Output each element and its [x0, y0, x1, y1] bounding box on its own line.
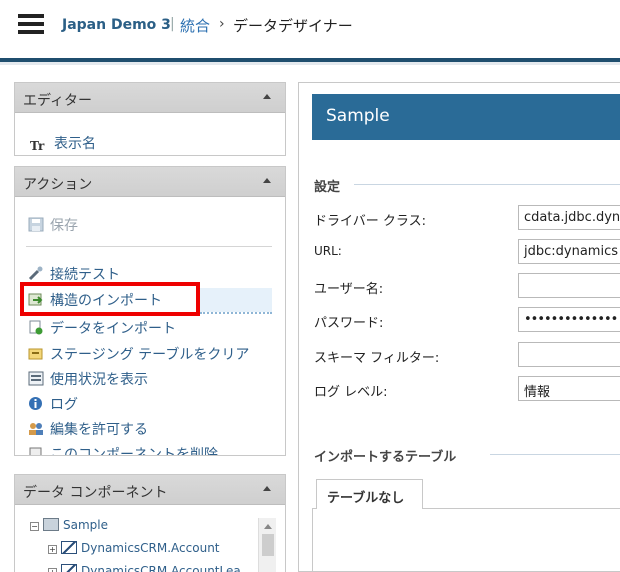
tree-node-account-lead[interactable]: + DynamicsCRM.AccountLea — [48, 564, 241, 572]
drop-indicator — [200, 312, 272, 314]
editor-item-display-name[interactable]: Tr 表示名 — [30, 133, 96, 153]
log-level-label: ログ レベル: — [314, 385, 388, 400]
table-edit-icon — [61, 541, 77, 554]
log-level-select[interactable]: 情報 — [518, 376, 620, 401]
editor-panel-title: エディター — [23, 93, 93, 109]
hamburger-menu-icon[interactable] — [18, 14, 44, 34]
action-label: ステージング テーブルをクリア — [50, 347, 250, 363]
action-label: 接続テスト — [50, 267, 120, 283]
data-components-panel-header[interactable]: データ コンポーネント — [15, 475, 285, 505]
tab-content — [312, 508, 620, 572]
collapse-caret-icon[interactable] — [263, 94, 271, 99]
connection-test-icon — [28, 266, 44, 281]
import-section-rule — [490, 454, 620, 455]
top-bar: Japan Demo 3 | 統合 › データデザイナー — [0, 0, 620, 52]
settings-section-title: 設定 — [314, 180, 341, 195]
action-connection-test[interactable]: 接続テスト — [28, 264, 120, 284]
delete-icon — [28, 446, 44, 455]
editor-panel-header[interactable]: エディター — [15, 83, 285, 113]
action-delete-component[interactable]: このコンポーネントを削除 — [28, 444, 218, 455]
component-title-banner: Sample — [312, 94, 620, 140]
expand-icon[interactable]: + — [48, 545, 57, 554]
collapse-caret-icon[interactable] — [263, 486, 271, 491]
action-delete-clip: このコンポーネントを削除 — [15, 440, 285, 455]
action-log[interactable]: ログ — [28, 394, 78, 414]
url-input[interactable]: jdbc:dynamics — [518, 239, 620, 264]
action-import-data[interactable]: データをインポート — [28, 318, 176, 338]
usage-icon — [28, 371, 44, 386]
data-components-panel-title: データ コンポーネント — [23, 485, 168, 501]
username-input[interactable] — [518, 273, 620, 298]
action-view-usage[interactable]: 使用状況を表示 — [28, 369, 148, 389]
database-icon — [43, 518, 59, 531]
tree-node-account[interactable]: + DynamicsCRM.Account — [48, 541, 220, 555]
action-label: ログ — [50, 397, 78, 413]
collapse-caret-icon[interactable] — [263, 178, 271, 183]
text-format-icon: Tr — [30, 139, 45, 153]
action-label: データをインポート — [50, 321, 176, 337]
action-label: 保存 — [50, 218, 78, 234]
app-name[interactable]: Japan Demo 3 — [62, 17, 171, 33]
tree-clip: + DynamicsCRM.AccountLea — [46, 562, 258, 572]
settings-section-rule — [354, 184, 620, 185]
hover-band — [200, 288, 272, 312]
password-label: パスワード: — [314, 316, 384, 331]
scroll-up-icon[interactable] — [264, 524, 272, 529]
actions-divider — [26, 246, 272, 247]
breadcrumb-arrow-icon: › — [219, 16, 225, 32]
action-clear-staging[interactable]: ステージング テーブルをクリア — [28, 344, 249, 364]
actions-panel-title: アクション — [23, 177, 93, 193]
collapse-icon[interactable]: − — [30, 522, 39, 531]
breadcrumb-link-integration[interactable]: 統合 — [180, 15, 210, 36]
tab-no-tables[interactable]: テーブルなし — [316, 479, 423, 509]
page-title: データデザイナー — [233, 17, 353, 35]
password-input[interactable]: •••••••••••••• — [518, 307, 620, 332]
action-label: このコンポーネントを削除 — [50, 447, 218, 455]
table-edit-icon — [61, 564, 77, 572]
tree-node-label: Sample — [63, 518, 108, 532]
editor-item-label: 表示名 — [54, 136, 96, 152]
clear-staging-icon — [28, 346, 44, 360]
action-save[interactable]: 保存 — [28, 215, 78, 235]
username-label: ユーザー名: — [314, 282, 384, 297]
driver-class-input[interactable]: cdata.jdbc.dyn — [518, 205, 620, 230]
action-allow-edit[interactable]: 編集を許可する — [28, 419, 148, 439]
schema-filter-label: スキーマ フィルター: — [314, 351, 440, 366]
schema-filter-input[interactable] — [518, 342, 620, 367]
import-data-icon — [28, 320, 44, 335]
tree-scrollbar[interactable] — [258, 518, 276, 572]
action-label: 編集を許可する — [50, 422, 148, 438]
import-tables-section-title: インポートするテーブル — [314, 450, 457, 465]
highlight-box — [20, 282, 200, 316]
users-icon — [28, 421, 44, 435]
save-icon — [28, 217, 44, 232]
tree-node-sample[interactable]: − Sample — [30, 518, 108, 532]
expand-icon[interactable]: + — [48, 568, 57, 572]
actions-panel-header[interactable]: アクション — [15, 167, 285, 197]
tree-node-label: DynamicsCRM.Account — [81, 541, 220, 555]
breadcrumb-separator: | — [170, 16, 175, 32]
log-icon — [28, 396, 44, 410]
driver-class-label: ドライバー クラス: — [314, 214, 426, 229]
component-title: Sample — [326, 106, 390, 126]
action-label: 使用状況を表示 — [50, 372, 148, 388]
scroll-thumb[interactable] — [262, 534, 274, 556]
url-label: URL: — [314, 244, 342, 258]
nav-divider-shadow — [0, 62, 620, 65]
tree-node-label: DynamicsCRM.AccountLea — [81, 564, 241, 572]
